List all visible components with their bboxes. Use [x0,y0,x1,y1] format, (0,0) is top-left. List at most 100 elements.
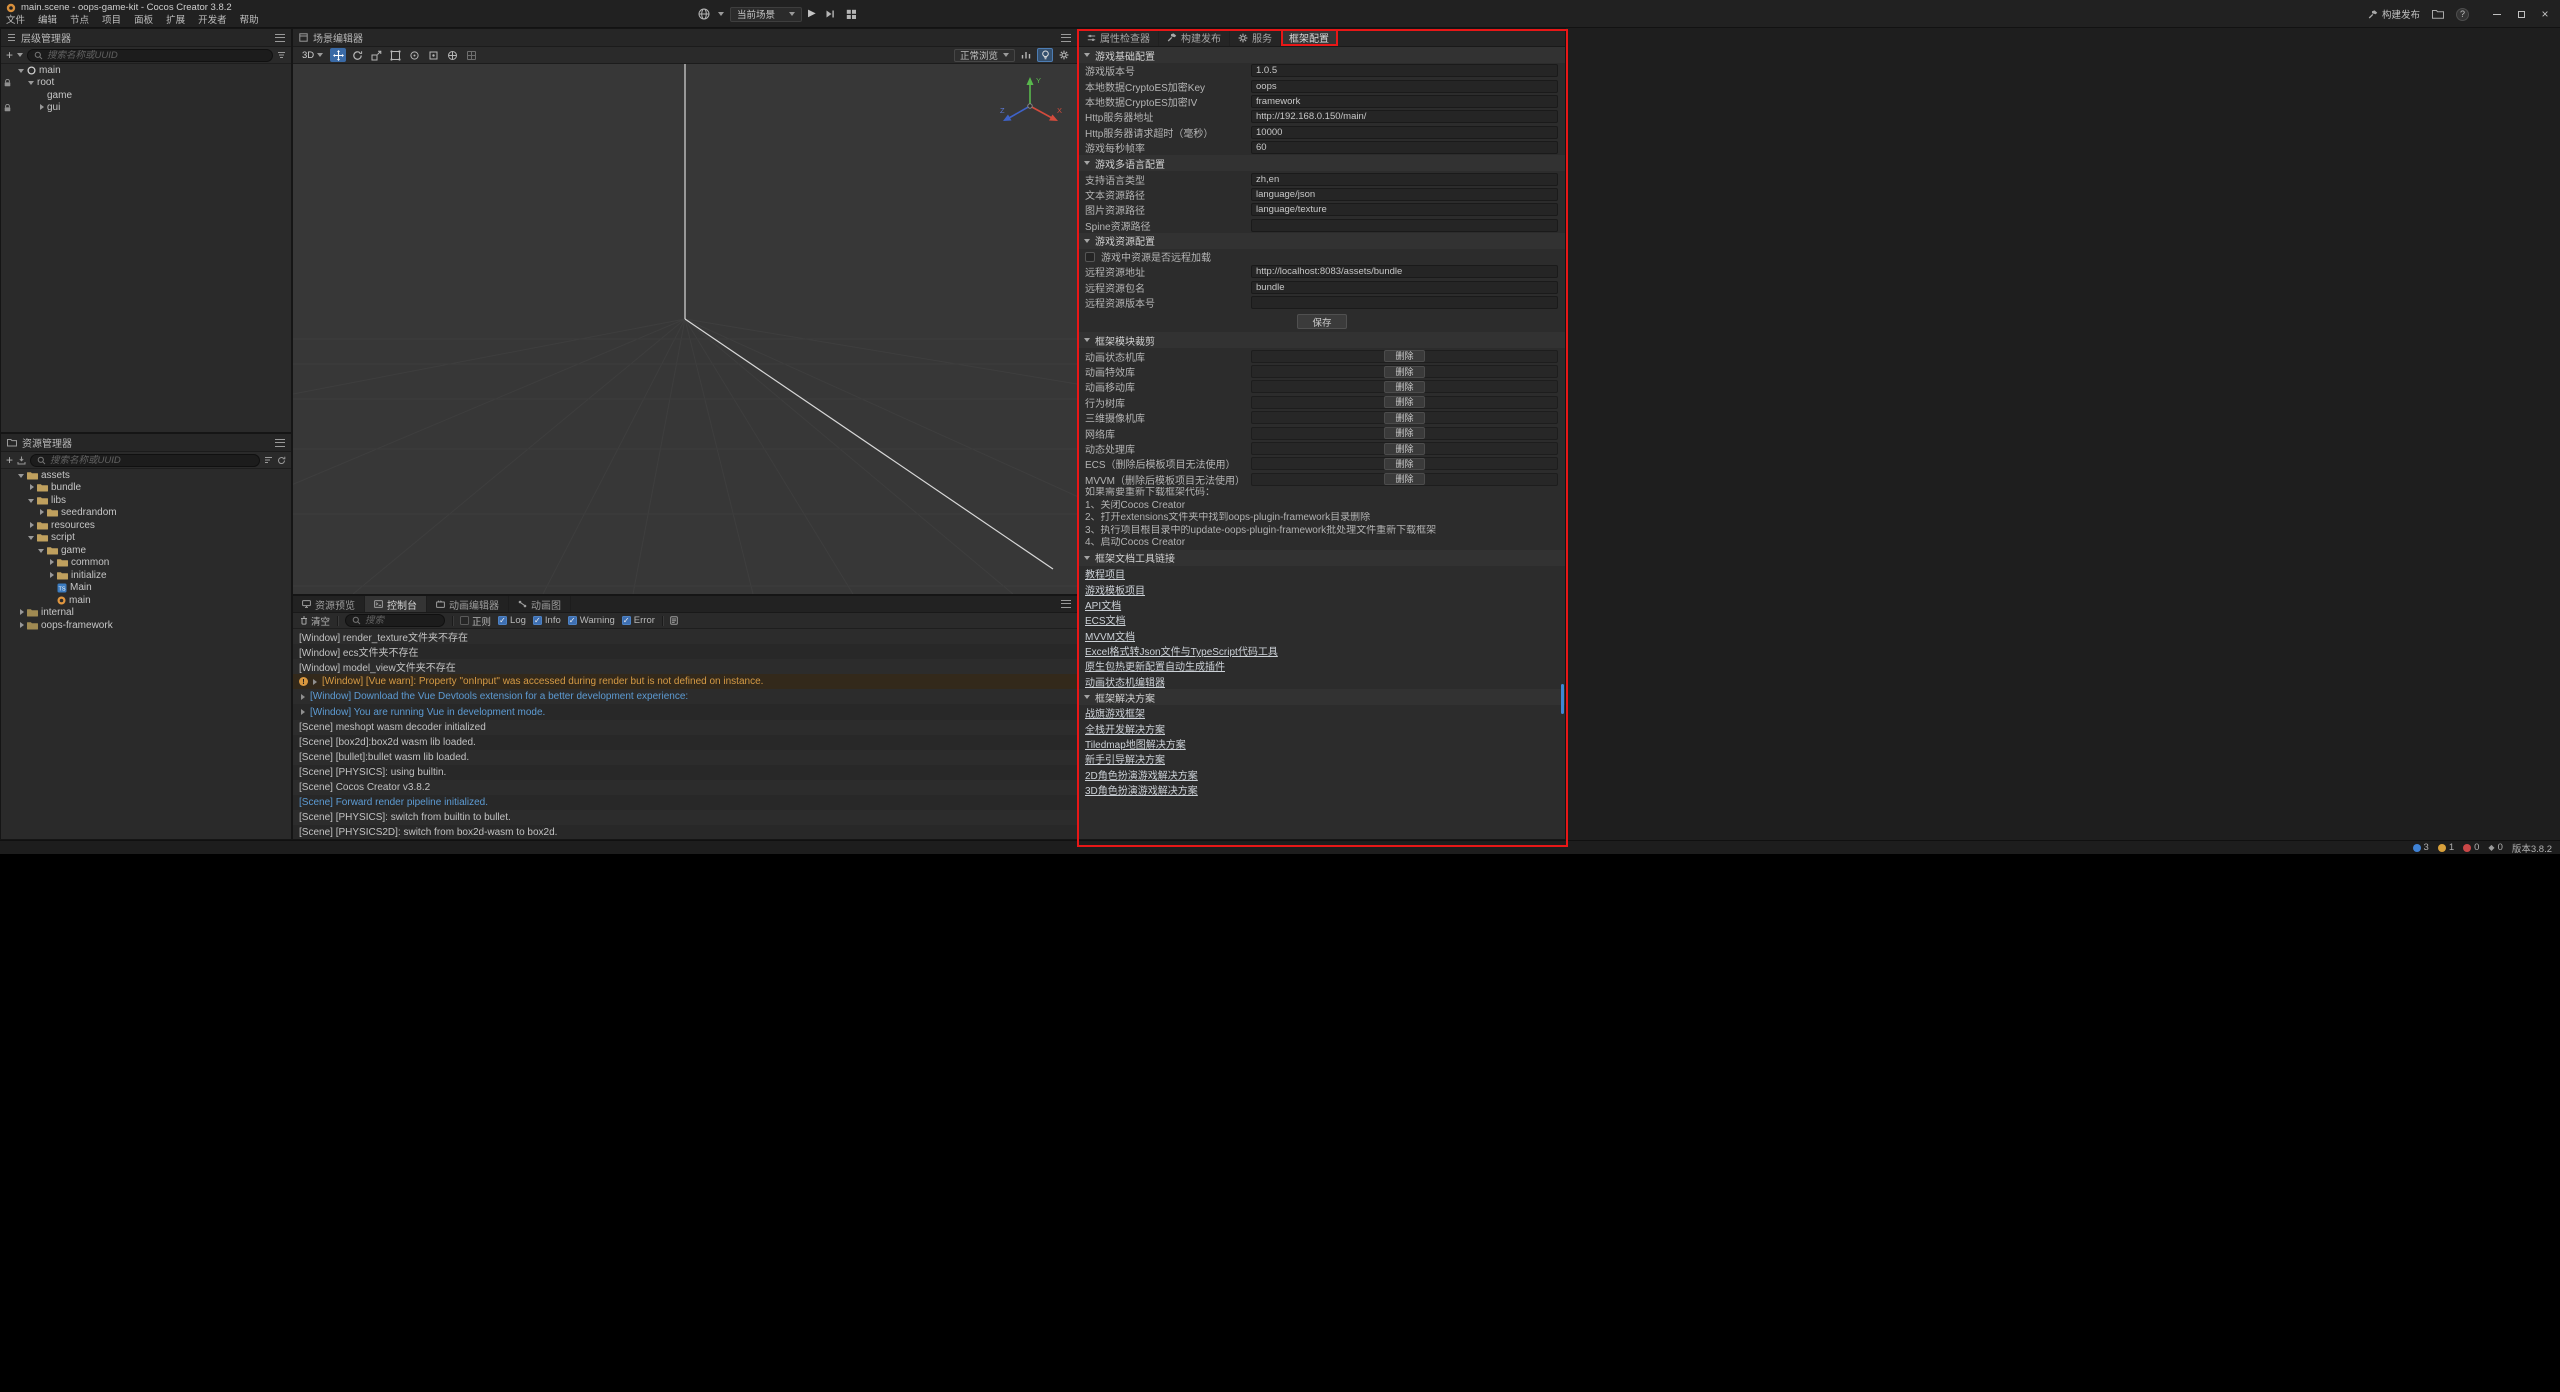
tab-animation-editor[interactable]: 动画编辑器 [427,596,509,612]
help-icon[interactable]: ? [2456,8,2469,21]
build-publish-button[interactable]: 构建发布 [2368,7,2420,21]
property-input[interactable] [1251,296,1558,309]
view-gizmo[interactable]: Y X Z [997,72,1067,136]
property-input[interactable] [1251,173,1558,186]
warn-count-indicator[interactable]: 1 [2438,842,2454,853]
tab-console[interactable]: 控制台 [365,596,427,612]
doc-link[interactable]: 战旗游戏框架 [1085,705,1145,720]
console-log-row[interactable]: [Scene] Forward render pipeline initiali… [293,795,1077,810]
refresh-icon[interactable] [277,456,286,465]
log-filter-info[interactable]: ✓Info [533,615,561,626]
remote-load-checkbox[interactable] [1085,252,1095,262]
menubar-item[interactable]: 项目 [102,15,134,26]
menubar-item[interactable]: 帮助 [240,15,272,26]
expand-arrow-icon[interactable] [27,521,36,530]
tree-node[interactable]: common [1,557,291,570]
property-input[interactable] [1251,64,1558,77]
panel-menu-icon[interactable] [1061,34,1071,42]
doc-link[interactable]: 3D角色扮演游戏解决方案 [1085,782,1198,797]
doc-link[interactable]: 游戏模板项目 [1085,582,1145,597]
expand-arrow-icon[interactable] [313,679,317,685]
console-log-row[interactable]: [Window] model_view文件夹不存在 [293,659,1077,674]
snap-settings-icon[interactable] [463,48,479,62]
dimension-toggle[interactable]: 3D [298,50,327,61]
checkbox[interactable]: ✓ [622,616,631,625]
console-log-row[interactable]: [Window] You are running Vue in developm… [293,704,1077,719]
doc-link[interactable]: API文档 [1085,597,1121,612]
panel-menu-icon[interactable] [275,439,285,447]
property-input[interactable] [1251,265,1558,278]
minimize-button[interactable] [2487,4,2507,24]
expand-arrow-icon[interactable] [17,471,26,480]
log-filter-warning[interactable]: ✓Warning [568,615,615,626]
checkbox[interactable]: ✓ [498,616,507,625]
console-log-row[interactable]: [Window] Download the Vue Devtools exten… [293,689,1077,704]
expand-arrow-icon[interactable] [27,496,36,505]
doc-link[interactable]: 动画状态机编辑器 [1085,674,1165,689]
property-input[interactable] [1251,188,1558,201]
section-header[interactable]: 游戏基础配置 [1079,47,1565,63]
log-filter-error[interactable]: ✓Error [622,615,655,626]
add-node-button[interactable]: + [6,49,13,61]
project-folder-icon[interactable] [2430,6,2446,22]
tree-node[interactable]: script [1,532,291,545]
notification-indicator[interactable]: ◆ 0 [2488,842,2502,853]
scene-select-dropdown[interactable]: 当前场景 [730,7,802,22]
delete-module-button[interactable]: 删除 [1384,443,1424,455]
property-input[interactable] [1251,281,1558,294]
tree-node[interactable]: TSMain [1,582,291,595]
expand-arrow-icon[interactable] [301,709,305,715]
delete-module-button[interactable]: 删除 [1384,381,1424,393]
menubar-item[interactable]: 面板 [134,15,166,26]
add-asset-button[interactable]: + [6,454,13,466]
tree-node[interactable]: game [1,544,291,557]
layout-button[interactable] [844,6,860,22]
checkbox[interactable]: ✓ [533,616,542,625]
delete-module-button[interactable]: 删除 [1384,366,1424,378]
pivot-toggle-icon[interactable] [425,48,441,62]
scrollbar-thumb[interactable] [1561,684,1564,714]
clear-console-button[interactable]: 清空 [300,614,330,628]
console-log-row[interactable]: [Scene] [bullet]:bullet wasm lib loaded. [293,750,1077,765]
error-count-indicator[interactable]: 0 [2463,842,2479,853]
tree-node[interactable]: main [1,64,291,77]
doc-link[interactable]: 教程项目 [1085,566,1125,581]
view-mode-dropdown[interactable]: 正常浏览 [954,49,1015,62]
property-input[interactable] [1251,203,1558,216]
scene-stats-icon[interactable] [1018,48,1034,62]
checkbox[interactable]: ✓ [568,616,577,625]
expand-arrow-icon[interactable] [17,608,26,617]
rect-tool-icon[interactable] [387,48,403,62]
panel-menu-icon[interactable] [275,34,285,42]
tree-node[interactable]: seedrandom [1,507,291,520]
regex-toggle[interactable]: 正则 [460,614,491,628]
move-tool-icon[interactable] [330,48,346,62]
doc-link[interactable]: Excel格式转Json文件与TypeScript代码工具 [1085,643,1278,658]
section-header[interactable]: 游戏多语言配置 [1079,155,1565,171]
tab-asset-preview[interactable]: 资源预览 [293,596,365,612]
expand-arrow-icon[interactable] [27,78,36,87]
doc-link[interactable]: Tiledmap地图解决方案 [1085,736,1186,751]
rotate-tool-icon[interactable] [349,48,365,62]
scene-viewport[interactable]: Y X Z [293,64,1077,594]
expand-arrow-icon[interactable] [17,621,26,630]
doc-link[interactable]: ECS文档 [1085,612,1126,627]
tree-node[interactable]: initialize [1,569,291,582]
tree-node[interactable]: gui [1,102,291,115]
console-log-row[interactable]: ![Window] [Vue warn]: Property "onInput"… [293,674,1077,689]
play-button[interactable]: ▶ [808,8,816,20]
delete-module-button[interactable]: 删除 [1384,427,1424,439]
doc-link[interactable]: MVVM文档 [1085,628,1135,643]
delete-module-button[interactable]: 删除 [1384,396,1424,408]
menubar-item[interactable]: 开发者 [198,15,240,26]
tab-property-inspector[interactable]: 属性检查器 [1079,29,1159,46]
delete-module-button[interactable]: 删除 [1384,473,1424,485]
tree-node[interactable]: libs [1,494,291,507]
space-toggle-icon[interactable] [444,48,460,62]
console-log-row[interactable]: [Window] ecs文件夹不存在 [293,644,1077,659]
tree-node[interactable]: game [1,89,291,102]
regex-checkbox[interactable] [460,616,469,625]
import-icon[interactable] [17,456,26,465]
tab-framework-config[interactable]: 框架配置 [1281,29,1338,46]
preview-platform-icon[interactable] [696,6,712,22]
